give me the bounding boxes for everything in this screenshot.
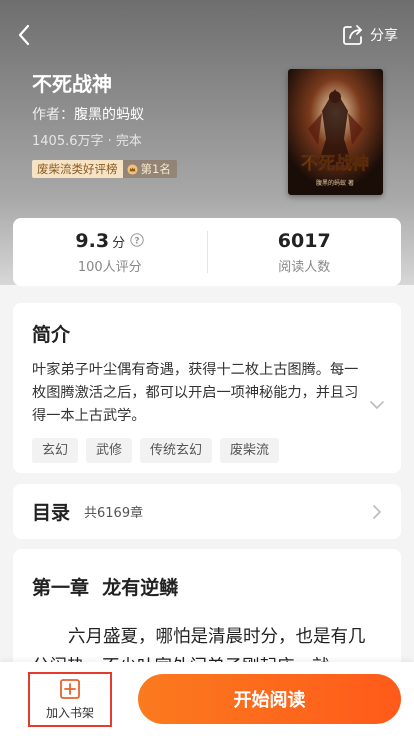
toc-row[interactable]: 目录 共6169章 [13, 484, 401, 539]
tag-item[interactable]: 废柴流 [220, 438, 280, 463]
cover-title-art: 不死战神 [301, 153, 369, 174]
share-label: 分享 [370, 28, 398, 44]
start-reading-button[interactable]: 开始阅读 [138, 674, 401, 724]
svg-text:?: ? [134, 236, 139, 246]
book-cover[interactable]: 不死战神 腹黑的蚂蚁 著 [288, 69, 383, 195]
author-name[interactable]: 腹黑的蚂蚁 [74, 107, 144, 123]
book-meta: 1405.6万字 · 完本 [32, 134, 142, 149]
help-icon[interactable]: ? [130, 232, 144, 247]
rating-stat[interactable]: 9.3 分 ? 100人评分 [13, 230, 207, 275]
toc-chapter-count: 共6169章 [84, 506, 144, 521]
rank-position-label: 第1名 [140, 162, 171, 176]
chapter-title: 第一章 龙有逆鳞 [32, 577, 179, 599]
back-button[interactable] [12, 22, 36, 48]
readers-count: 6017 [277, 229, 331, 252]
rating-score: 9.3 [75, 229, 110, 252]
cover-author-caption: 腹黑的蚂蚁 著 [316, 179, 354, 187]
add-to-shelf-button[interactable]: 加入书架 [28, 672, 112, 727]
toc-heading: 目录 [32, 502, 71, 524]
author-prefix: 作者： [32, 107, 74, 123]
book-cover-image: 不死战神 腹黑的蚂蚁 著 [288, 69, 383, 195]
readers-stat: 6017 阅读人数 [208, 230, 402, 275]
intro-text: 叶家弟子叶尘偶有奇遇，获得十二枚上古图腾。每一枚图腾激活之后，都可以开启一项神秘… [32, 362, 359, 424]
tag-item[interactable]: 玄幻 [32, 438, 79, 463]
readers-label: 阅读人数 [278, 259, 331, 275]
share-button[interactable]: 分享 [342, 22, 398, 48]
chevron-right-icon [373, 504, 381, 519]
add-to-shelf-label: 加入书架 [45, 706, 94, 720]
intro-heading: 简介 [32, 324, 71, 346]
tag-item[interactable]: 武修 [86, 438, 133, 463]
share-icon [343, 25, 362, 45]
stats-card: 9.3 分 ? 100人评分 6017 阅读人数 [13, 218, 401, 286]
author-line[interactable]: 作者：腹黑的蚂蚁 [32, 104, 144, 124]
crown-icon [126, 163, 138, 175]
intro-card[interactable]: 简介 叶家弟子叶尘偶有奇遇，获得十二枚上古图腾。每一枚图腾激活之后，都可以开启一… [13, 303, 401, 473]
rating-count-label: 100人评分 [77, 259, 142, 275]
rank-position: 第1名 [122, 160, 177, 178]
tag-item[interactable]: 传统玄幻 [140, 438, 213, 463]
chevron-down-icon[interactable] [369, 400, 385, 410]
rank-list-name: 废柴流类好评榜 [32, 160, 123, 178]
add-bookshelf-icon [60, 679, 80, 699]
rank-badge[interactable]: 废柴流类好评榜 第1名 [32, 160, 177, 178]
chevron-left-icon [18, 24, 30, 46]
book-title: 不死战神 [32, 72, 112, 96]
rating-unit: 分 [112, 235, 126, 251]
tag-list: 玄幻 武修 传统玄幻 废柴流 [32, 438, 382, 463]
